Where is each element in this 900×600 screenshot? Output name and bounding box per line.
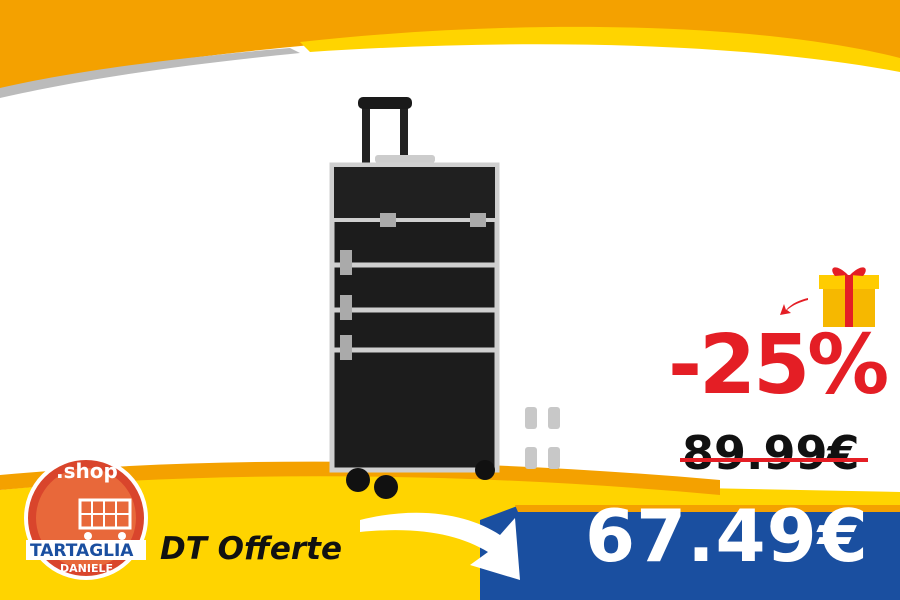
strikethrough-line — [680, 458, 868, 462]
logo-main-text: TARTAGLIA — [30, 541, 134, 561]
shop-logo: .shop TARTAGLIA DANIELE — [24, 456, 148, 580]
discount-label: -25% — [668, 318, 889, 413]
new-price: 67.49€ — [585, 494, 869, 578]
logo-shop-text: .shop — [56, 459, 118, 483]
brand-name: DT Offerte — [160, 531, 342, 567]
logo-sub-text: DANIELE — [60, 562, 113, 575]
old-price: 89.99€ — [682, 426, 860, 480]
